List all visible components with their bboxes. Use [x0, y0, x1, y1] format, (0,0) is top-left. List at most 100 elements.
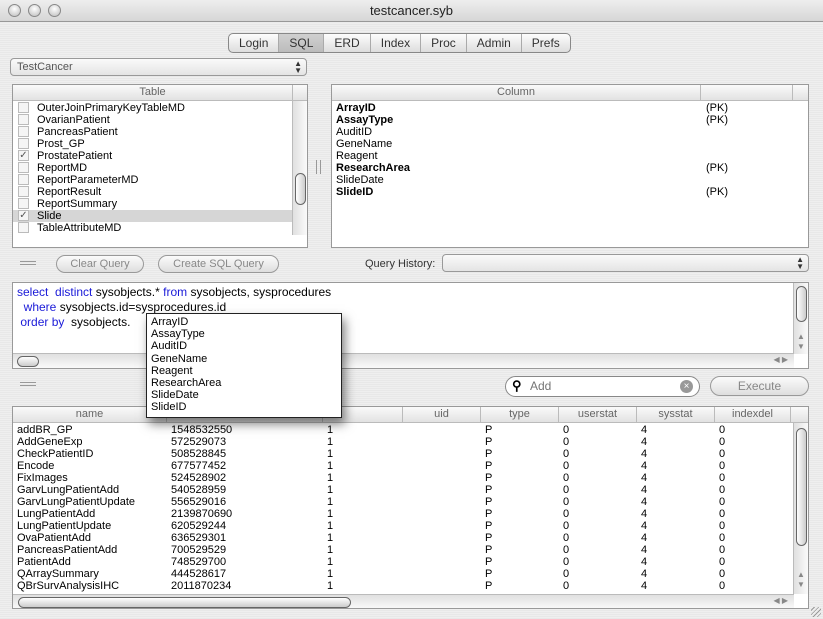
- column-list-item[interactable]: SlideDate: [332, 174, 808, 186]
- column-list-item[interactable]: ResearchArea (PK): [332, 162, 808, 174]
- autocomplete-option[interactable]: GeneName: [151, 353, 337, 365]
- table-checkbox[interactable]: [18, 126, 29, 137]
- sql-text[interactable]: select distinct sysobjects.* from sysobj…: [13, 283, 808, 332]
- split-handle[interactable]: [316, 160, 321, 174]
- results-column-header[interactable]: uid: [403, 407, 481, 423]
- results-hscroll[interactable]: ◀ ▶: [13, 594, 794, 608]
- results-column-header[interactable]: type: [481, 407, 559, 423]
- table-row[interactable]: FixImages 524528902 1 P 0 4 0: [13, 472, 808, 484]
- results-column-header[interactable]: indexdel: [715, 407, 791, 423]
- results-vscroll[interactable]: ▲ ▼: [793, 423, 808, 594]
- table-checkbox[interactable]: [18, 222, 29, 233]
- scroll-arrows-icon[interactable]: ◀ ▶: [773, 596, 788, 605]
- table-list-item[interactable]: ReportMD: [13, 162, 293, 174]
- table-checkbox[interactable]: [18, 138, 29, 149]
- autocomplete-option[interactable]: Reagent: [151, 365, 337, 377]
- table-row[interactable]: QArraySummary 444528617 1 P 0 4 0: [13, 568, 808, 580]
- table-row[interactable]: LungPatientAdd 2139870690 1 P 0 4 0: [13, 508, 808, 520]
- autocomplete-option[interactable]: SlideDate: [151, 389, 337, 401]
- tab-login[interactable]: Login: [229, 34, 280, 52]
- clear-query-button[interactable]: Clear Query: [56, 255, 144, 273]
- results-column-header[interactable]: userstat: [559, 407, 637, 423]
- column-list-item[interactable]: AuditID: [332, 126, 808, 138]
- table-row[interactable]: Encode 677577452 1 P 0 4 0: [13, 460, 808, 472]
- sql-vscroll[interactable]: ▲ ▼: [793, 283, 808, 354]
- scroll-thumb[interactable]: [18, 597, 351, 608]
- table-column-header[interactable]: Table: [13, 85, 293, 101]
- minimize-window-button[interactable]: [28, 4, 41, 17]
- table-checkbox[interactable]: [18, 174, 29, 185]
- column-key-header[interactable]: [701, 85, 793, 101]
- table-row[interactable]: GarvLungPatientUpdate 556529016 1 P 0 4 0: [13, 496, 808, 508]
- table-row[interactable]: PatientAdd 748529700 1 P 0 4 0: [13, 556, 808, 568]
- column-list-item[interactable]: Reagent: [332, 150, 808, 162]
- table-row[interactable]: CheckPatientID 508528845 1 P 0 4 0: [13, 448, 808, 460]
- database-select[interactable]: TestCancer ▲ ▼: [10, 58, 307, 76]
- table-checkbox[interactable]: [18, 102, 29, 113]
- table-checkbox[interactable]: [18, 162, 29, 173]
- autocomplete-option[interactable]: ArrayID: [151, 316, 337, 328]
- table-checkbox[interactable]: [18, 114, 29, 125]
- drag-grip-icon[interactable]: [20, 382, 36, 386]
- drag-grip-icon[interactable]: [20, 261, 36, 265]
- column-list-item[interactable]: ArrayID (PK): [332, 102, 808, 114]
- table-row[interactable]: addBR_GP 1548532550 1 P 0 4 0: [13, 424, 808, 436]
- table-row[interactable]: QBrSurvAnalysisIHC 2011870234 1 P 0 4 0: [13, 580, 808, 592]
- table-list-item[interactable]: Prost_GP: [13, 138, 293, 150]
- sql-hscroll[interactable]: ◀ ▶: [13, 353, 794, 368]
- tab-proc[interactable]: Proc: [421, 34, 467, 52]
- column-list-item[interactable]: AssayType (PK): [332, 114, 808, 126]
- results-column-header[interactable]: name: [13, 407, 167, 423]
- create-sql-query-button[interactable]: Create SQL Query: [158, 255, 279, 273]
- zoom-window-button[interactable]: [48, 4, 61, 17]
- tab-sql[interactable]: SQL: [279, 34, 325, 52]
- scroll-thumb[interactable]: [17, 356, 39, 367]
- scroll-thumb[interactable]: [796, 286, 807, 322]
- resize-grip-icon[interactable]: [811, 607, 821, 617]
- scroll-thumb[interactable]: [295, 173, 306, 205]
- table-list-item[interactable]: PancreasPatient: [13, 126, 293, 138]
- column-name-header[interactable]: Column: [332, 85, 701, 101]
- results-column-header[interactable]: sysstat: [637, 407, 715, 423]
- table-list-item[interactable]: OvarianPatient: [13, 114, 293, 126]
- column-list-item[interactable]: SlideID (PK): [332, 186, 808, 198]
- results-cell: 4: [641, 508, 648, 520]
- execute-button[interactable]: Execute: [710, 376, 809, 396]
- table-checkbox[interactable]: [18, 186, 29, 197]
- table-row[interactable]: OvaPatientAdd 636529301 1 P 0 4 0: [13, 532, 808, 544]
- table-list-item[interactable]: ReportSummary: [13, 198, 293, 210]
- scroll-arrows-icon[interactable]: ◀ ▶: [773, 355, 788, 364]
- tab-prefs[interactable]: Prefs: [522, 34, 570, 52]
- autocomplete-option[interactable]: AssayType: [151, 328, 337, 340]
- table-list-item[interactable]: ✓ Slide: [13, 210, 293, 222]
- autocomplete-option[interactable]: AuditID: [151, 340, 337, 352]
- table-row[interactable]: PancreasPatientAdd 700529529 1 P 0 4 0: [13, 544, 808, 556]
- search-field[interactable]: ⚲ ×: [505, 376, 700, 397]
- table-list-item[interactable]: ✓ ProstatePatient: [13, 150, 293, 162]
- tab-admin[interactable]: Admin: [467, 34, 522, 52]
- scroll-arrows-icon[interactable]: ▲ ▼: [797, 332, 805, 352]
- clear-search-icon[interactable]: ×: [680, 380, 693, 393]
- table-list-item[interactable]: ReportParameterMD: [13, 174, 293, 186]
- table-row[interactable]: LungPatientUpdate 620529244 1 P 0 4 0: [13, 520, 808, 532]
- query-history-select[interactable]: ▲ ▼: [442, 254, 809, 272]
- tab-index[interactable]: Index: [371, 34, 422, 52]
- sql-editor[interactable]: select distinct sysobjects.* from sysobj…: [12, 282, 809, 369]
- table-checkbox[interactable]: [18, 198, 29, 209]
- search-input[interactable]: [530, 379, 675, 393]
- table-checkbox[interactable]: ✓: [18, 210, 29, 221]
- tab-erd[interactable]: ERD: [324, 34, 371, 52]
- table-checkbox[interactable]: ✓: [18, 150, 29, 161]
- table-list-item[interactable]: ReportResult: [13, 186, 293, 198]
- scroll-arrows-icon[interactable]: ▲ ▼: [797, 570, 805, 590]
- table-list-item[interactable]: OuterJoinPrimaryKeyTableMD: [13, 102, 293, 114]
- column-list-item[interactable]: GeneName: [332, 138, 808, 150]
- close-window-button[interactable]: [8, 4, 21, 17]
- autocomplete-option[interactable]: SlideID: [151, 401, 337, 413]
- table-row[interactable]: GarvLungPatientAdd 540528959 1 P 0 4 0: [13, 484, 808, 496]
- scroll-thumb[interactable]: [796, 428, 807, 546]
- autocomplete-option[interactable]: ResearchArea: [151, 377, 337, 389]
- table-list-item[interactable]: TableAttributeMD: [13, 222, 293, 234]
- table-vscroll[interactable]: [292, 101, 307, 235]
- table-row[interactable]: AddGeneExp 572529073 1 P 0 4 0: [13, 436, 808, 448]
